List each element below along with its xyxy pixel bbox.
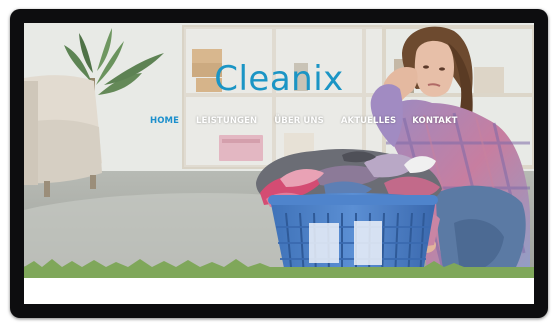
- nav-item-aktuelles[interactable]: AKTUELLES: [341, 116, 396, 126]
- monitor-frame: Cleanix HOME LEISTUNGEN ÜBER UNS AKTUELL…: [10, 9, 548, 318]
- nav-item-ueber-uns[interactable]: ÜBER UNS: [274, 116, 324, 126]
- main-navigation: HOME LEISTUNGEN ÜBER UNS AKTUELLES KONTA…: [150, 116, 458, 126]
- nav-item-leistungen[interactable]: LEISTUNGEN: [196, 116, 257, 126]
- nav-item-home[interactable]: HOME: [150, 116, 179, 126]
- hero-banner: Cleanix HOME LEISTUNGEN ÜBER UNS AKTUELL…: [24, 23, 534, 278]
- nav-item-kontakt[interactable]: KONTAKT: [412, 116, 457, 126]
- content-area: [24, 278, 534, 304]
- site-logo[interactable]: Cleanix: [24, 59, 534, 99]
- website-screen: Cleanix HOME LEISTUNGEN ÜBER UNS AKTUELL…: [24, 23, 534, 304]
